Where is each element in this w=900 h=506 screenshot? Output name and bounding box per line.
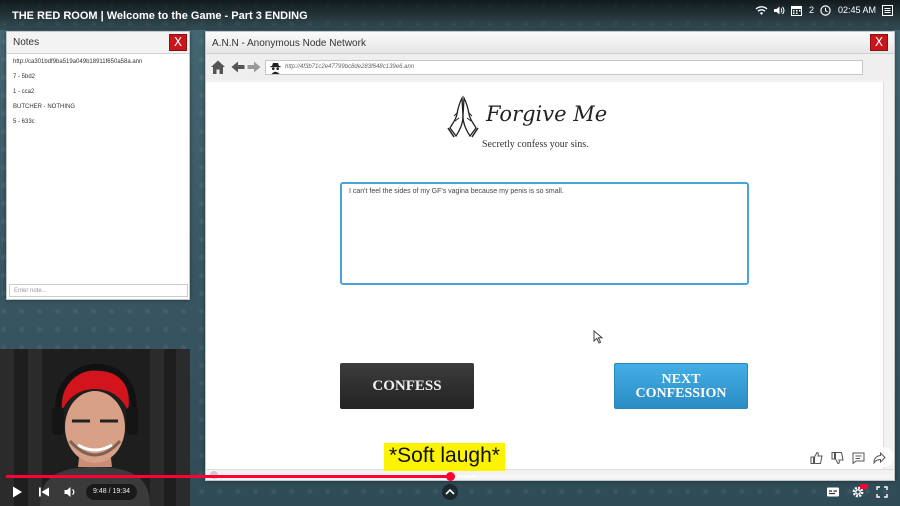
video-action-bar	[802, 447, 894, 467]
browser-titlebar[interactable]: A.N.N - Anonymous Node Network X	[206, 32, 894, 54]
home-icon[interactable]	[210, 59, 226, 75]
browser-close-button[interactable]: X	[870, 34, 888, 51]
previous-icon[interactable]	[37, 485, 51, 499]
dislike-icon[interactable]	[831, 451, 844, 465]
note-input[interactable]: Enter note...	[9, 284, 188, 297]
time-current: 9:48	[93, 488, 107, 495]
confess-button[interactable]: CONFESS	[340, 363, 474, 409]
web-page: Forgive Me Secretly confess your sins. I…	[206, 82, 884, 470]
chevron-up-icon[interactable]	[439, 483, 461, 501]
note-item: 7 - 5bd2	[13, 74, 36, 80]
play-icon[interactable]	[10, 485, 24, 499]
browser-title: A.N.N - Anonymous Node Network	[212, 38, 366, 49]
note-item: BUTCHER - NOTHING	[13, 104, 75, 110]
menu-icon[interactable]	[882, 4, 894, 16]
next-button-line2: CONFESSION	[635, 386, 727, 401]
system-clock[interactable]: 02:45 AM	[838, 5, 876, 15]
like-icon[interactable]	[810, 451, 823, 464]
comment-icon[interactable]	[852, 451, 865, 465]
volume-icon[interactable]	[773, 5, 785, 16]
note-item: 5 - 633c	[13, 119, 35, 125]
streamer-facecam	[0, 349, 190, 506]
share-icon[interactable]	[873, 451, 886, 465]
notes-window: Notes X http://ca301bdf9ba519a049b18911f…	[6, 31, 190, 300]
time-display: 9:48 / 19:34	[86, 484, 137, 500]
mouse-cursor-icon	[593, 329, 605, 344]
webcam-overlay	[0, 349, 190, 506]
back-arrow-icon[interactable]	[230, 59, 246, 75]
system-status-bar: 2 02:45 AM	[755, 2, 894, 18]
next-button-line1: NEXT	[661, 372, 701, 387]
hd-badge	[860, 484, 868, 489]
volume-icon[interactable]	[63, 485, 77, 499]
browser-toolbar: http://4f3b71c2e47799bc8de283f648c139e6.…	[206, 54, 894, 80]
confession-textarea[interactable]: I can't feel the sides of my GF's vagina…	[340, 182, 749, 285]
workspace-number[interactable]: 2	[809, 5, 814, 15]
forward-arrow-icon[interactable]	[246, 59, 262, 75]
site-title: Forgive Me	[486, 102, 608, 126]
subtitles-icon[interactable]	[826, 485, 840, 499]
notes-list: http://ca301bdf9ba519a049b18911f650a58a.…	[13, 58, 185, 133]
praying-hands-icon	[446, 94, 480, 138]
video-subtitle: *Soft laugh*	[384, 443, 505, 471]
spy-icon	[270, 62, 281, 74]
note-item: 1 - cca2	[13, 89, 35, 95]
video-progress-bar[interactable]	[6, 472, 894, 481]
notes-titlebar[interactable]: Notes X	[7, 32, 189, 54]
time-total: 19:34	[112, 488, 130, 495]
calendar-icon[interactable]	[790, 5, 803, 16]
site-logo: Forgive Me	[446, 90, 646, 142]
browser-window: A.N.N - Anonymous Node Network X http://…	[205, 31, 895, 481]
note-item: http://ca301bdf9ba519a049b18911f650a58a.…	[13, 59, 143, 65]
notes-title: Notes	[13, 37, 40, 48]
progress-fill	[6, 475, 451, 478]
notes-close-button[interactable]: X	[169, 34, 187, 51]
wifi-icon[interactable]	[755, 5, 768, 16]
next-confession-button[interactable]: NEXT CONFESSION	[614, 363, 748, 409]
clock-icon	[820, 4, 832, 16]
video-title[interactable]: THE RED ROOM | Welcome to the Game - Par…	[12, 10, 308, 22]
url-bar[interactable]: http://4f3b71c2e47799bc8de283f648c139e6.…	[265, 60, 863, 75]
url-text[interactable]: http://4f3b71c2e47799bc8de283f648c139e6.…	[285, 64, 414, 70]
vertical-scrollbar[interactable]	[883, 82, 894, 470]
site-tagline: Secretly confess your sins.	[482, 139, 589, 150]
fullscreen-icon[interactable]	[875, 485, 889, 499]
